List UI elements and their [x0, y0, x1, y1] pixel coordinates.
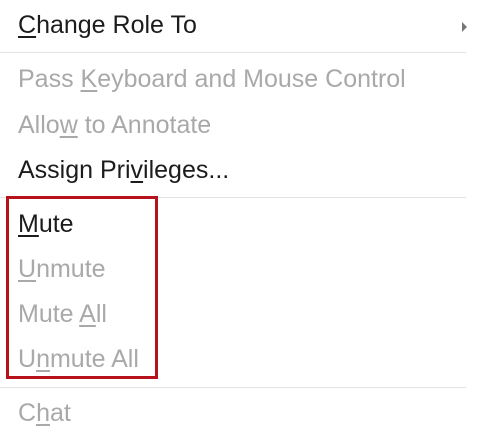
menu-item-change-role[interactable]: Change Role To — [18, 8, 197, 42]
context-menu: Change Role To Pass Keyboard and Mouse C… — [0, 0, 484, 433]
highlight-box — [6, 196, 158, 379]
menu-item-assign-privileges[interactable]: Assign Privileges... — [18, 153, 229, 187]
menu-item-allow-annotate[interactable]: Allow to Annotate — [18, 108, 211, 142]
menu-item-accelerator: w — [59, 111, 78, 139]
menu-item-label-prefix: C — [18, 399, 37, 427]
menu-item-chat[interactable]: Chat — [18, 396, 71, 430]
menu-separator — [0, 387, 466, 388]
menu-item-label-suffix: hange Role To — [36, 11, 197, 39]
menu-item-label-suffix: eyboard and Mouse Control — [97, 65, 406, 93]
menu-separator — [0, 52, 466, 53]
menu-item-accelerator: h — [36, 399, 50, 427]
chevron-right-icon — [462, 22, 467, 32]
menu-item-accelerator: C — [18, 11, 37, 39]
menu-item-label-prefix: Allo — [18, 111, 60, 139]
menu-item-label-prefix: Pass — [18, 65, 81, 93]
menu-item-accelerator: v — [130, 156, 144, 184]
menu-item-label-suffix: ileges... — [143, 156, 230, 184]
menu-item-label-prefix: Assign Pri — [18, 156, 131, 184]
menu-item-label-suffix: at — [49, 399, 71, 427]
menu-item-accelerator: K — [80, 65, 98, 93]
menu-item-label-suffix: to Annotate — [77, 111, 212, 139]
menu-item-pass-control[interactable]: Pass Keyboard and Mouse Control — [18, 62, 406, 96]
